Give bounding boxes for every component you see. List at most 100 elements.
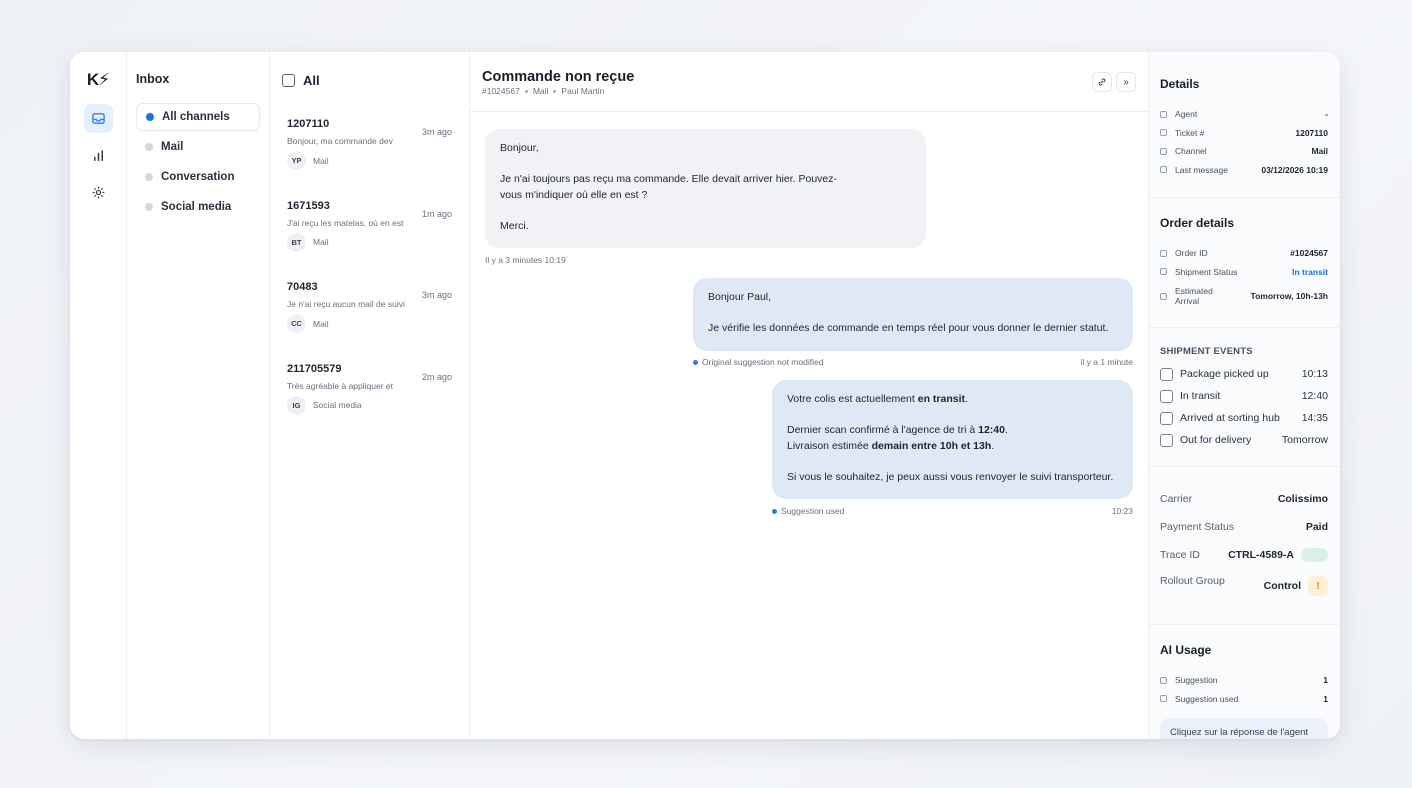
message-line: Dernier scan confirmé à l'agence de tri …	[787, 424, 1008, 436]
message-time: 10:23	[1112, 506, 1133, 516]
conversation-title: Commande non reçue	[482, 69, 635, 85]
payment-status-row: Payment Status Paid	[1160, 521, 1328, 533]
timestamp-text: Il y a 3 minutes 10:19	[485, 255, 566, 265]
ai-suggestion-row: Suggestion 1	[1160, 671, 1328, 690]
shipment-events-title: SHIPMENT EVENTS	[1160, 346, 1253, 357]
event-checkbox[interactable]	[1160, 433, 1173, 447]
details-section: Details Agent - Ticket #1207110 Channel Ma…	[1149, 52, 1340, 198]
collapse-panel-button[interactable]: »	[1116, 72, 1136, 92]
ticket-item[interactable]: 1207110 Bonjour, ma commande dev 3m ago …	[270, 108, 469, 190]
channel-label: Social media	[161, 201, 232, 213]
field-icon	[1160, 249, 1167, 257]
time-text: il y a 1 minute	[1080, 357, 1133, 367]
customer-message: Bonjour, Je n'ai toujours pas reçu ma co…	[485, 129, 926, 248]
ticket-item[interactable]: 70483 Je n'ai reçu aucun mail de suivi 3…	[270, 271, 469, 353]
carrier-row: Carrier Colissimo	[1160, 493, 1328, 505]
time-text: 10:23	[1111, 506, 1133, 516]
ticket-channel: Mail	[313, 155, 329, 166]
settings-nav-button[interactable]	[84, 178, 113, 207]
message-line: vous m'indiquer où elle en est ?	[500, 188, 648, 201]
agent-reply[interactable]: Bonjour Paul, Je vérifie les données de …	[693, 278, 1133, 351]
analytics-nav-button[interactable]	[84, 141, 113, 170]
field-icon	[1160, 292, 1167, 300]
message-line: Votre colis est actuellement en transit.	[787, 393, 968, 405]
ai-hint-box[interactable]: Cliquez sur la réponse de l'agent	[1160, 718, 1328, 739]
shipment-event: Arrived at sorting hub 14:35	[1160, 407, 1328, 429]
conversation-subtitle: #1024567 Mail Paul Martin	[482, 86, 1136, 96]
status-text: Original suggestion not modified	[702, 357, 824, 367]
channel-label: Mail	[161, 141, 184, 153]
channel-all[interactable]: All channels	[136, 103, 260, 131]
field-icon	[1160, 268, 1167, 276]
double-chevron-right-icon: »	[1123, 76, 1129, 88]
event-checkbox[interactable]	[1160, 411, 1173, 425]
shipment-event: Out for delivery Tomorrow	[1160, 429, 1328, 451]
suggestion-status: Original suggestion not modified	[693, 357, 823, 367]
message-line: Bonjour,	[500, 142, 539, 154]
status-badge: In transit	[1292, 266, 1328, 277]
message-line: Je n'ai toujours pas reçu ma commande. E…	[500, 173, 837, 185]
field-icon	[1160, 676, 1167, 684]
message-line: Merci.	[500, 219, 529, 232]
ticket-time: 1m ago	[421, 208, 452, 219]
channel-conversation[interactable]: Conversation	[136, 163, 260, 191]
order-id-row: Order ID #1024567	[1160, 244, 1328, 263]
channel-label: All channels	[162, 111, 230, 123]
inbox-icon	[91, 113, 105, 124]
ticket-item[interactable]: 211705579 Très agréable à appliquer et 2…	[270, 353, 469, 435]
event-checkbox[interactable]	[1160, 367, 1173, 381]
field-icon	[1160, 695, 1167, 703]
ticket-channel: Mail	[313, 237, 329, 247]
event-checkbox[interactable]	[1160, 389, 1173, 403]
avatar: BT	[287, 232, 306, 252]
order-details-title: Order details	[1160, 216, 1235, 230]
avatar: IG	[287, 395, 306, 415]
details-title: Details	[1160, 77, 1200, 91]
link-icon	[1098, 78, 1106, 86]
message-line: Je vérifie les données de commande en te…	[708, 322, 1109, 334]
channel-dot	[145, 143, 153, 151]
channel-social-media[interactable]: Social media	[136, 193, 260, 221]
detail-row-channel: Channel Mail	[1160, 142, 1328, 161]
conversation-panel: Commande non reçue #1024567 Mail Paul Ma…	[470, 52, 1149, 739]
ticket-meta: IG Social media	[287, 395, 457, 415]
warning-icon[interactable]: !	[1308, 576, 1328, 596]
ai-usage-title: AI Usage	[1160, 643, 1212, 657]
suggestion-status: Suggestion used	[772, 506, 844, 516]
status-dot	[772, 508, 777, 514]
select-all-checkbox[interactable]	[282, 73, 295, 87]
status-text: Suggestion used	[781, 506, 845, 516]
app-window: K⚡ Inbox All channels Mail Conversation …	[70, 52, 1340, 739]
message-time: il y a 1 minute	[1081, 357, 1133, 367]
order-reference: #1024567	[482, 86, 520, 96]
ticket-time: 3m ago	[421, 290, 452, 300]
conversation-channel: Mail	[532, 86, 549, 96]
inbox-nav-button[interactable]	[83, 104, 113, 133]
agent-reply[interactable]: Votre colis est actuellement en transit.…	[772, 380, 1133, 499]
shipment-event: In transit 12:40	[1160, 385, 1328, 407]
trace-status-pill	[1301, 548, 1328, 562]
shipment-status-row: Shipment Status In transit	[1160, 263, 1328, 282]
shipment-events-section: SHIPMENT EVENTS Package picked up 10:13 I…	[1149, 328, 1340, 467]
ticket-channel: Social media	[313, 400, 362, 410]
field-icon	[1160, 147, 1167, 155]
ticket-meta: BT Mail	[287, 232, 457, 252]
ticket-item[interactable]: 1671593 J'ai reçu les matelas, où en est…	[270, 190, 469, 272]
separator-dot	[524, 89, 528, 93]
rollout-group-row: Rollout Group Control!	[1160, 569, 1328, 603]
avatar: CC	[287, 314, 306, 333]
ticket-time: 3m ago	[421, 127, 452, 137]
shipment-event: Package picked up 10:13	[1160, 363, 1328, 385]
ticket-list-header: All	[270, 52, 469, 108]
conversation-header: Commande non reçue #1024567 Mail Paul Ma…	[470, 52, 1148, 112]
copy-link-button[interactable]	[1092, 72, 1112, 92]
trace-id-value: CTRL-4589-A	[1228, 549, 1294, 561]
ticket-preview: Je n'ai reçu aucun mail de suivi	[287, 299, 405, 309]
channel-mail[interactable]: Mail	[136, 133, 260, 161]
ticket-time: 2m ago	[421, 371, 452, 382]
message-timestamp: Il y a 3 minutes 10:19	[485, 255, 566, 265]
ai-usage-section: AI Usage Suggestion 1 Suggestion used 1 Cl…	[1149, 625, 1340, 739]
ai-suggestion-used-row: Suggestion used 1	[1160, 690, 1328, 709]
ticket-preview: Très agréable à appliquer et	[287, 380, 394, 391]
icon-rail: K⚡	[70, 52, 127, 739]
